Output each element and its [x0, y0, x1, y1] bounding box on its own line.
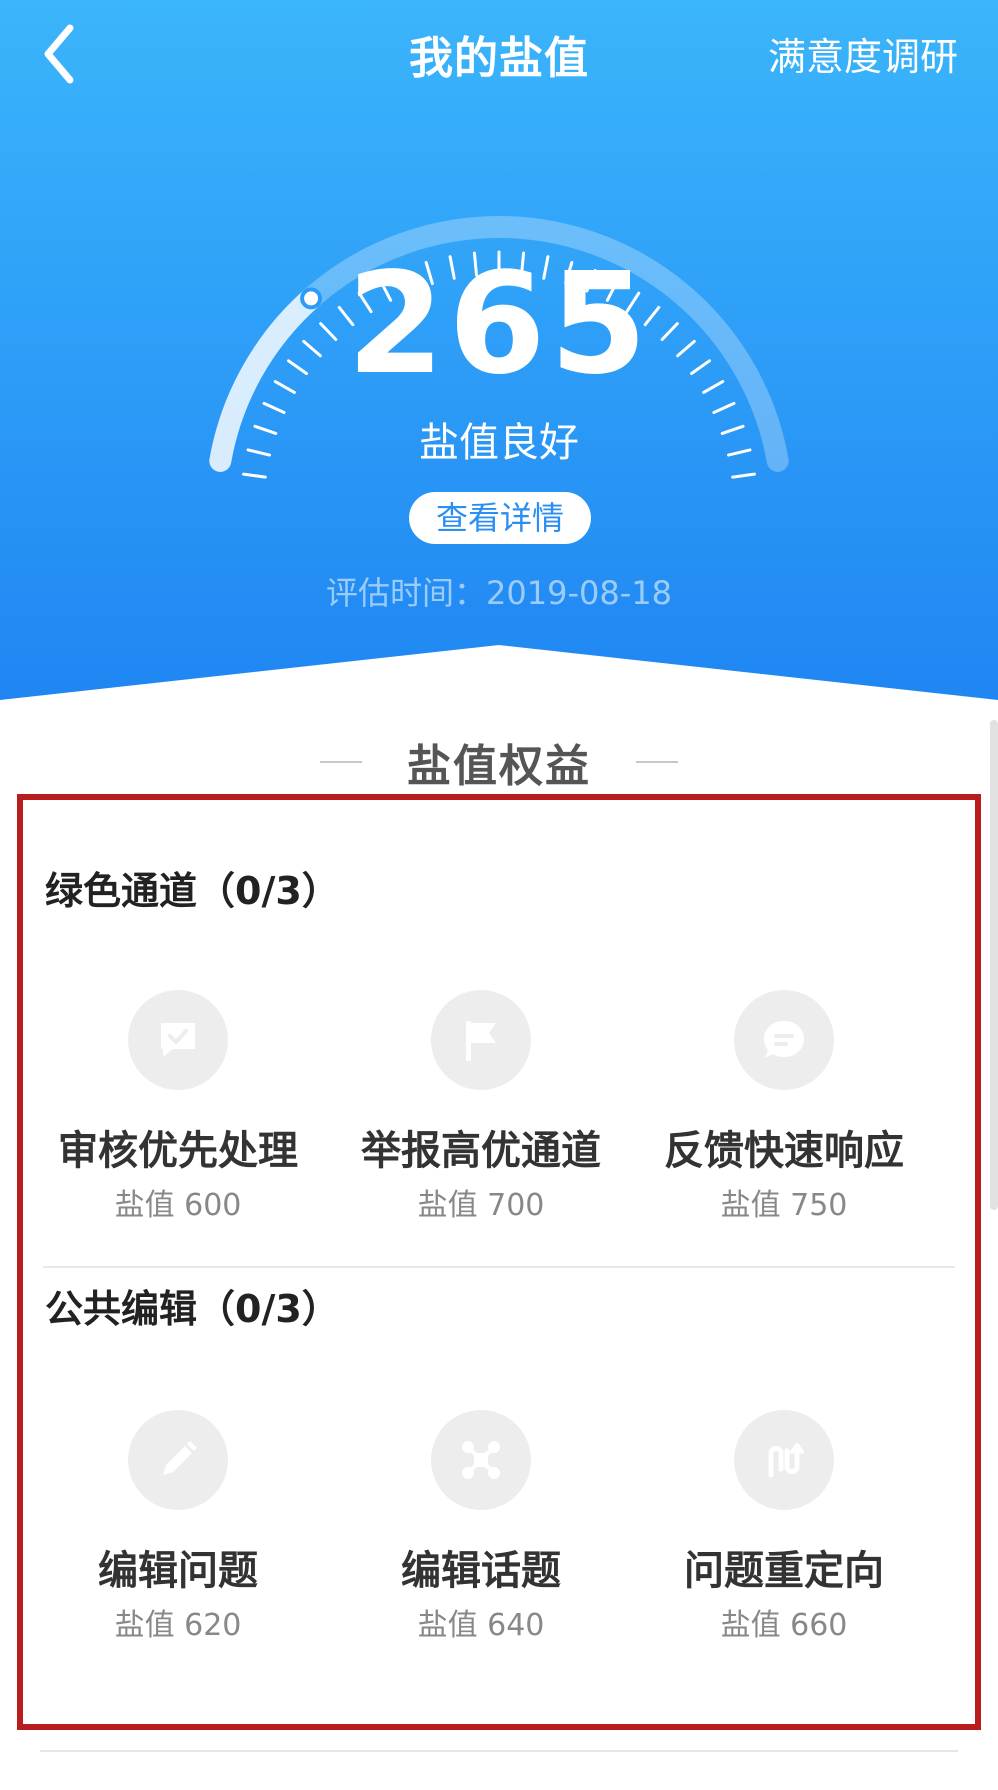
- group-title-public-edit: 公共编辑（0/3）: [45, 1287, 340, 1331]
- benefit-name: 编辑话题: [401, 1548, 561, 1594]
- nav-bar: 我的盐值 满意度调研: [0, 0, 998, 110]
- benefit-item-edit-question[interactable]: 编辑问题 盐值 620: [28, 1410, 328, 1650]
- evaluation-date: 评估时间：2019-08-18: [326, 574, 672, 612]
- title-dash-left: [319, 761, 362, 763]
- benefit-requirement: 盐值 750: [720, 1188, 848, 1223]
- score-value: 265: [346, 243, 652, 406]
- gauge-tick: [731, 472, 756, 479]
- nodes-icon: [431, 1410, 531, 1510]
- highlight-box: 绿色通道（0/3） 审核优先处理 盐值 600 举报高优通道 盐值 700 反馈…: [17, 794, 981, 1730]
- scrollbar[interactable]: [990, 720, 998, 1210]
- satisfaction-survey-link[interactable]: 满意度调研: [768, 26, 958, 81]
- benefit-requirement: 盐值 660: [720, 1608, 848, 1643]
- gauge-tick: [242, 472, 267, 479]
- benefits-section-title: 盐值权益: [407, 741, 591, 792]
- group-title-green-channel: 绿色通道（0/3）: [45, 869, 340, 913]
- benefit-requirement: 盐值 640: [417, 1608, 545, 1643]
- check-message-icon: [128, 990, 228, 1090]
- benefit-item-feedback-response[interactable]: 反馈快速响应 盐值 750: [634, 990, 934, 1230]
- benefit-requirement: 盐值 620: [114, 1608, 242, 1643]
- green-channel-items: 审核优先处理 盐值 600 举报高优通道 盐值 700 反馈快速响应 盐值 75…: [23, 990, 975, 1230]
- redirect-arrows-icon: [734, 1410, 834, 1510]
- chat-bubble-icon: [734, 990, 834, 1090]
- title-dash-right: [636, 761, 679, 763]
- benefit-name: 反馈快速响应: [664, 1128, 904, 1174]
- benefit-name: 编辑问题: [98, 1548, 258, 1594]
- group-divider: [43, 1266, 955, 1268]
- public-edit-items: 编辑问题 盐值 620 编辑话题 盐值 640 问题重定向 盐值 660: [23, 1410, 975, 1650]
- benefit-name: 审核优先处理: [58, 1128, 298, 1174]
- benefit-requirement: 盐值 600: [114, 1188, 242, 1223]
- score-level: 盐值良好: [419, 420, 579, 466]
- benefit-item-question-redirect[interactable]: 问题重定向 盐值 660: [634, 1410, 934, 1650]
- benefits-section-header: 盐值权益: [0, 730, 998, 792]
- bottom-divider: [40, 1750, 958, 1752]
- benefit-item-report-priority[interactable]: 举报高优通道 盐值 700: [331, 990, 631, 1230]
- pencil-icon: [128, 1410, 228, 1510]
- header-background: 我的盐值 满意度调研 265 盐值良好 查看详情 评估时间：2019-08-18: [0, 0, 998, 700]
- benefit-name: 举报高优通道: [361, 1128, 601, 1174]
- benefit-item-review-priority[interactable]: 审核优先处理 盐值 600: [28, 990, 328, 1230]
- benefit-name: 问题重定向: [684, 1548, 884, 1594]
- benefit-item-edit-topic[interactable]: 编辑话题 盐值 640: [331, 1410, 631, 1650]
- view-details-button[interactable]: 查看详情: [409, 492, 591, 544]
- flag-icon: [431, 990, 531, 1090]
- benefit-requirement: 盐值 700: [417, 1188, 545, 1223]
